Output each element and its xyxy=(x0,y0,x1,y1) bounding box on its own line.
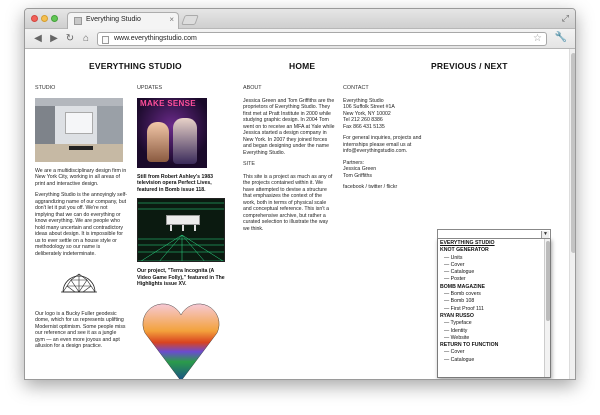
favicon-icon xyxy=(74,17,82,25)
studio-photo xyxy=(35,97,123,162)
tab-title: Everything Studio xyxy=(86,16,141,23)
magazine-headline: MAKE SENSE xyxy=(140,98,196,108)
fullscreen-icon[interactable]: ⤢ xyxy=(562,13,569,24)
new-tab-button[interactable] xyxy=(181,15,199,25)
pillar xyxy=(170,225,172,231)
page-scroll-thumb[interactable] xyxy=(571,53,575,253)
contact-column: CONTACT Everything Studio 106 Suffolk St… xyxy=(343,85,435,196)
previous-next-link[interactable]: PREVIOUS / NEXT xyxy=(431,61,508,71)
terra-incognita-image[interactable] xyxy=(137,198,225,262)
browser-toolbar: ◀ ▶ ↻ ⌂ www.everythingstudio.com ☆ 🔧 xyxy=(25,29,575,49)
studio-name-text: Everything Studio is the annoyingly self… xyxy=(35,192,127,257)
dropdown-options: EVERYTHING STUDIO KNOT GENERATOR — Units — … xyxy=(440,240,540,364)
contact-inquiries[interactable]: For general inquiries, projects and inte… xyxy=(343,135,435,155)
villa-shape xyxy=(166,215,200,225)
site-label: SITE xyxy=(243,161,255,167)
about-column: ABOUT Jessica Green and Tom Griffiths ar… xyxy=(243,85,335,237)
dropdown-option[interactable]: — Website xyxy=(440,335,540,342)
home-icon[interactable]: ⌂ xyxy=(79,32,93,46)
forward-arrow-icon[interactable]: ▶ xyxy=(47,32,61,46)
dropdown-scrollbar[interactable] xyxy=(544,239,550,377)
about-text: Jessica Green and Tom Griffiths are the … xyxy=(243,97,335,156)
dropdown-option[interactable]: — Catalogue xyxy=(440,269,540,276)
minimize-window-button[interactable] xyxy=(41,15,48,22)
page-icon xyxy=(102,36,109,44)
browser-window: Everything Studio × ⤢ ◀ ▶ ↻ ⌂ www.everyt… xyxy=(24,8,576,380)
partners-block: Partners: Jessica Green Tom Griffiths xyxy=(343,160,435,180)
dropdown-option[interactable]: — First Proof 111 xyxy=(440,306,540,313)
zoom-window-button[interactable] xyxy=(51,15,58,22)
page-content: EVERYTHING STUDIO HOME PREVIOUS / NEXT S… xyxy=(25,49,569,381)
home-link[interactable]: HOME xyxy=(289,61,315,71)
wrench-icon[interactable]: 🔧 xyxy=(555,32,567,43)
site-text: This site is a project as much as any of… xyxy=(243,173,333,232)
partner-name: Tom Griffiths xyxy=(343,172,373,179)
dropdown-option[interactable]: — Bomb covers xyxy=(440,291,540,298)
dropdown-group-option[interactable]: BOMB MAGAZINE xyxy=(440,284,540,291)
close-tab-icon[interactable]: × xyxy=(169,15,174,24)
update-caption-1: Still from Robert Ashley's 1983 televisi… xyxy=(137,173,213,193)
project-dropdown-list[interactable]: ▼ EVERYTHING STUDIO KNOT GENERATOR — Units… xyxy=(437,229,551,378)
figure-left xyxy=(147,121,169,162)
dropdown-option[interactable]: — Cover xyxy=(440,349,540,356)
studio-window xyxy=(65,111,93,134)
dropdown-group-option[interactable]: EVERYTHING STUDIO xyxy=(440,240,540,247)
heart-artwork[interactable] xyxy=(137,293,225,381)
about-label: ABOUT xyxy=(243,85,262,91)
title-bar: Everything Studio × ⤢ xyxy=(25,9,575,29)
dropdown-option[interactable]: — Identity xyxy=(440,328,540,335)
dropdown-group-option[interactable]: RYAN RUSSO xyxy=(440,313,540,320)
dropdown-option[interactable]: — Cover xyxy=(440,262,540,269)
page-scrollbar[interactable] xyxy=(569,49,575,379)
contact-label: CONTACT xyxy=(343,85,369,91)
close-window-button[interactable] xyxy=(31,15,38,22)
dropdown-option[interactable]: — Bomb 108 xyxy=(440,298,540,305)
bookmark-star-icon[interactable]: ☆ xyxy=(533,33,542,44)
dropdown-scroll-thumb[interactable] xyxy=(546,241,550,321)
pillar xyxy=(182,225,184,231)
studio-label: STUDIO xyxy=(35,85,56,91)
dropdown-option[interactable]: — Catalogue xyxy=(440,357,540,364)
update-caption-2: Our project, "Terra Incognita (A Video G… xyxy=(137,268,225,287)
studio-bench xyxy=(69,145,93,150)
updates-column: UPDATES MAKE SENSE Still from Robert Ash… xyxy=(137,85,229,381)
studio-column: STUDIO We are a multidisciplinary design… xyxy=(35,85,127,355)
address-bar[interactable]: www.everythingstudio.com ☆ xyxy=(97,32,547,46)
fax-line: Fax 866 431 5135 xyxy=(343,123,385,130)
social-links[interactable]: facebook / twitter / flickr xyxy=(343,184,435,191)
dropdown-option[interactable]: — Units xyxy=(440,255,540,262)
geodesic-dome-logo xyxy=(61,273,97,293)
browser-tab[interactable]: Everything Studio × xyxy=(67,12,179,29)
pillar xyxy=(194,225,196,231)
chevron-down-icon[interactable]: ▼ xyxy=(541,231,549,238)
studio-intro: We are a multidisciplinary design firm i… xyxy=(35,167,127,187)
bomb-magazine-image[interactable]: MAKE SENSE xyxy=(137,97,207,168)
project-select[interactable]: ▼ xyxy=(437,229,551,239)
figure-right xyxy=(173,117,197,164)
site-title[interactable]: EVERYTHING STUDIO xyxy=(89,61,182,71)
dropdown-group-option[interactable]: KNOT GENERATOR xyxy=(440,247,540,254)
back-arrow-icon[interactable]: ◀ xyxy=(31,32,45,46)
dropdown-group-option[interactable]: RETURN TO FUNCTION xyxy=(440,342,540,349)
updates-label: UPDATES xyxy=(137,85,163,91)
dropdown-option[interactable]: — Poster xyxy=(440,276,540,283)
url-text[interactable]: www.everythingstudio.com xyxy=(114,35,197,42)
reload-icon[interactable]: ↻ xyxy=(63,32,77,46)
dropdown-option[interactable]: — Typeface xyxy=(440,320,540,327)
studio-logo-text: Our logo is a Bucky Fuller geodesic dome… xyxy=(35,310,126,350)
contact-address: Everything Studio 106 Suffolk Street #1A… xyxy=(343,98,435,131)
